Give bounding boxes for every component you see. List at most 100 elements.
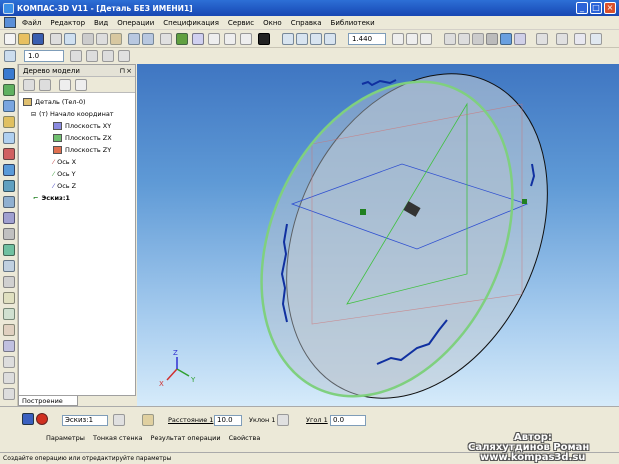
tree-mode-icon[interactable] <box>23 79 35 91</box>
tree-item-sketch[interactable]: ⌐ Эскиз:1 <box>33 194 70 202</box>
save-icon[interactable] <box>32 33 44 45</box>
edit-part-icon[interactable] <box>3 68 15 80</box>
sheet-metal-icon[interactable] <box>3 324 15 336</box>
extrude-icon[interactable] <box>3 84 15 96</box>
tree-item-axis-x[interactable]: ⁄ Ось X <box>53 158 76 166</box>
chamfer-icon[interactable] <box>3 180 15 192</box>
zoom-out-icon[interactable] <box>310 33 322 45</box>
stop-icon[interactable] <box>36 413 48 425</box>
maximize-button[interactable]: □ <box>590 2 602 14</box>
tab-thin-wall[interactable]: Тонкая стенка <box>93 434 143 442</box>
aux-geometry-icon[interactable] <box>3 260 15 272</box>
menu-view[interactable]: Вид <box>94 19 108 27</box>
orientation-icon[interactable] <box>420 33 432 45</box>
diagnostics-icon[interactable] <box>3 276 15 288</box>
spec-icon[interactable] <box>3 372 15 384</box>
measure-icon[interactable] <box>208 33 220 45</box>
variables-icon[interactable] <box>192 33 204 45</box>
distance-field[interactable]: 10.0 <box>214 415 242 426</box>
menu-help[interactable]: Справка <box>291 19 322 27</box>
zoom-select[interactable]: 1.440 <box>348 33 386 45</box>
tree-item-origin[interactable]: ⊟ (т) Начало координат <box>31 110 114 118</box>
tree-item-axis-z[interactable]: ⁄ Ось Z <box>53 182 76 190</box>
tab-parameters[interactable]: Параметры <box>46 434 85 442</box>
direction-icon[interactable] <box>113 414 125 426</box>
loft-icon[interactable] <box>3 132 15 144</box>
array-icon[interactable] <box>3 228 15 240</box>
tab-properties[interactable]: Свойства <box>229 434 261 442</box>
zoom-window-icon[interactable] <box>282 33 294 45</box>
model-viewport[interactable]: X Y Z <box>137 64 619 406</box>
local-cs-icon[interactable] <box>574 33 586 45</box>
wireframe-icon[interactable] <box>444 33 456 45</box>
tree-expand-icon[interactable] <box>59 79 71 91</box>
properties-icon[interactable] <box>160 33 172 45</box>
zoom-in-icon[interactable] <box>296 33 308 45</box>
measure-tool-icon[interactable] <box>3 340 15 352</box>
angle-field[interactable]: 0.0 <box>330 415 366 426</box>
rotate-icon[interactable] <box>406 33 418 45</box>
collapse-icon[interactable]: ⊟ <box>31 111 36 118</box>
menu-window[interactable]: Окно <box>263 19 282 27</box>
dimension-icon[interactable] <box>3 292 15 304</box>
shell-icon[interactable] <box>3 196 15 208</box>
hidden-lines-icon[interactable] <box>458 33 470 45</box>
current-view-icon[interactable] <box>118 50 130 62</box>
tree-item-part[interactable]: Деталь (Тел-0) <box>23 98 86 106</box>
surfaces-icon[interactable] <box>3 308 15 320</box>
fx-icon[interactable] <box>224 33 236 45</box>
perspective-icon[interactable] <box>514 33 526 45</box>
extrude-type-icon[interactable] <box>142 414 154 426</box>
minimize-button[interactable]: _ <box>576 2 588 14</box>
selection-icon[interactable] <box>3 356 15 368</box>
menu-operations[interactable]: Операции <box>117 19 154 27</box>
tab-construction[interactable]: Построение <box>18 396 78 406</box>
rib-icon[interactable] <box>3 212 15 224</box>
halftone-icon[interactable] <box>472 33 484 45</box>
step-icon[interactable] <box>86 50 98 62</box>
shaded-edges-icon[interactable] <box>500 33 512 45</box>
grid-icon[interactable] <box>590 33 602 45</box>
mirror-icon[interactable] <box>3 244 15 256</box>
tab-operation-result[interactable]: Результат операции <box>151 434 221 442</box>
menu-libraries[interactable]: Библиотеки <box>331 19 375 27</box>
paste-icon[interactable] <box>110 33 122 45</box>
pan-icon[interactable] <box>392 33 404 45</box>
print-icon[interactable] <box>50 33 62 45</box>
cut-extrude-icon[interactable] <box>3 148 15 160</box>
close-button[interactable]: × <box>604 2 616 14</box>
grid-snap-icon[interactable] <box>4 50 16 62</box>
menu-service[interactable]: Сервис <box>228 19 254 27</box>
manager-icon[interactable] <box>176 33 188 45</box>
tree-item-axis-y[interactable]: ⁄ Ось Y <box>53 170 76 178</box>
shaded-icon[interactable] <box>486 33 498 45</box>
kinematic-icon[interactable] <box>3 116 15 128</box>
menu-editor[interactable]: Редактор <box>50 19 85 27</box>
tree-item-plane-xy[interactable]: Плоскость XY <box>53 122 111 130</box>
tree-sort-icon[interactable] <box>39 79 51 91</box>
copy-icon[interactable] <box>96 33 108 45</box>
tree-item-plane-zx[interactable]: Плоскость ZX <box>53 134 112 142</box>
library-icon[interactable] <box>240 33 252 45</box>
redo-icon[interactable] <box>142 33 154 45</box>
menu-specification[interactable]: Спецификация <box>163 19 219 27</box>
undo-icon[interactable] <box>128 33 140 45</box>
menu-file[interactable]: Файл <box>22 19 41 27</box>
pin-icon[interactable]: ⊓ <box>120 65 125 77</box>
zoom-all-icon[interactable] <box>324 33 336 45</box>
tree-item-plane-zy[interactable]: Плоскость ZY <box>53 146 111 154</box>
tree-relations-icon[interactable] <box>75 79 87 91</box>
select-filter-icon[interactable] <box>536 33 548 45</box>
close-icon[interactable]: × <box>126 65 132 77</box>
reports-icon[interactable] <box>3 388 15 400</box>
snap-icon[interactable] <box>556 33 568 45</box>
draft-direction-icon[interactable] <box>277 414 289 426</box>
cut-icon[interactable] <box>82 33 94 45</box>
help-pointer-icon[interactable] <box>258 33 270 45</box>
open-icon[interactable] <box>18 33 30 45</box>
scale-select[interactable]: 1.0 <box>24 50 64 62</box>
fillet-icon[interactable] <box>3 164 15 176</box>
rotation-op-icon[interactable] <box>3 100 15 112</box>
new-icon[interactable] <box>4 33 16 45</box>
preview-icon[interactable] <box>64 33 76 45</box>
